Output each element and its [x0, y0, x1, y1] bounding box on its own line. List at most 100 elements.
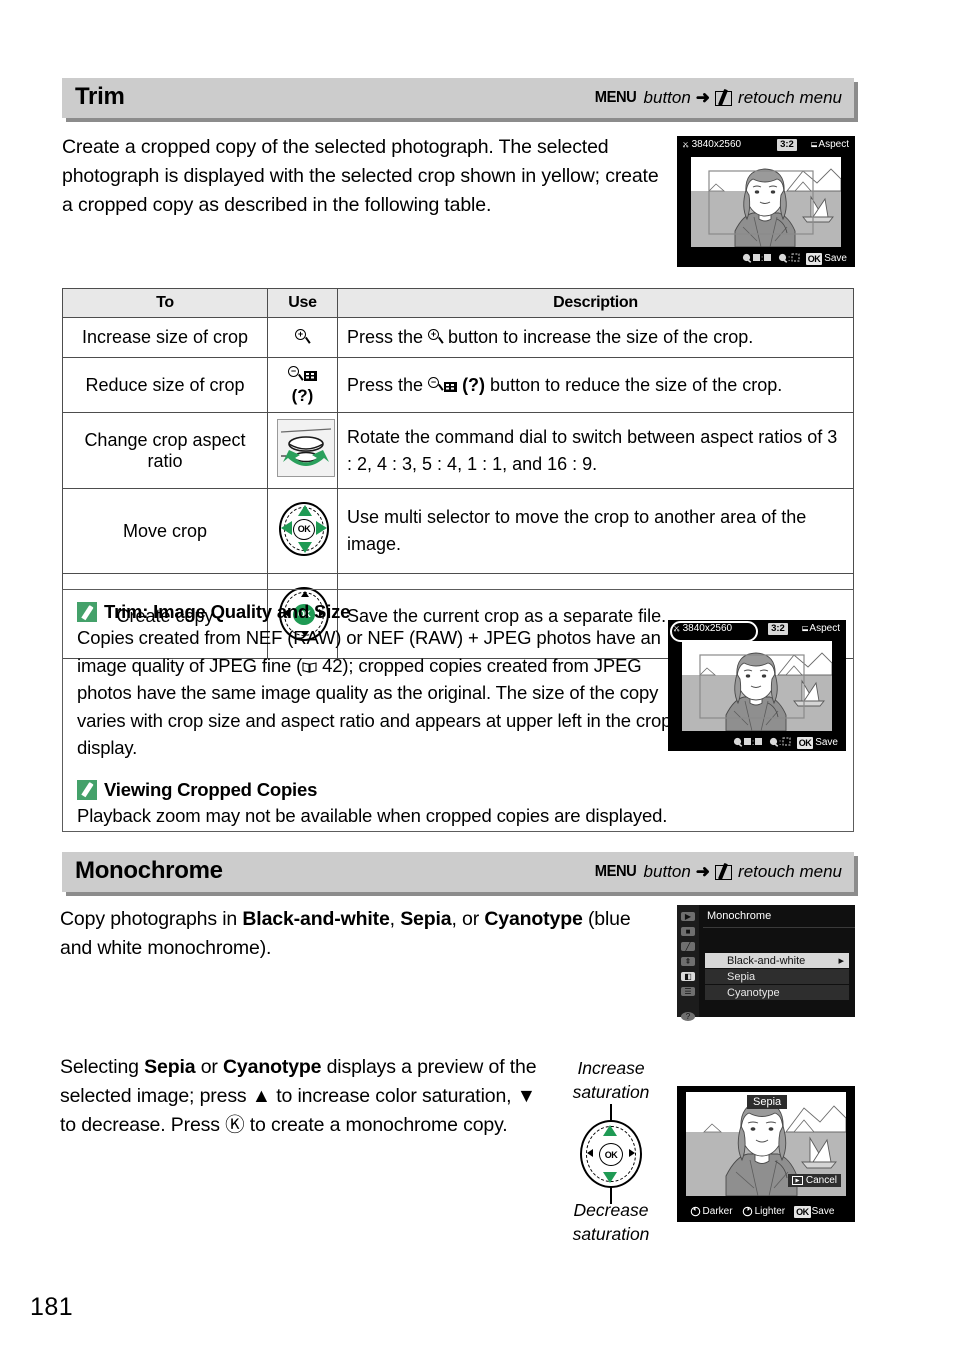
note-heading-text: Trim: Image Quality and Size — [104, 601, 351, 622]
pencil-note-icon — [77, 779, 97, 800]
retouch-menu-icon — [715, 864, 733, 880]
menu-item-label: Sepia — [727, 970, 756, 983]
menu-button-word: MENU — [595, 89, 637, 106]
section-title-trim: Trim — [75, 83, 125, 110]
option-cyanotype: Cyanotype — [223, 1056, 322, 1078]
monochrome-menu-screenshot: ▶ ■ ╱ ⇞ ◧ ☰ ? Monochrome Black-and-white… — [677, 905, 855, 1021]
lcd-bottom-hints: : : OK Save — [677, 251, 855, 266]
detail-part-g: to increase color saturation, — [270, 1085, 517, 1107]
button-word: button — [643, 862, 691, 881]
trim-note-lcd-screenshot: 3840x2560 3:2 Aspect:: OK Save — [668, 620, 846, 751]
playback-button-icon — [791, 1176, 803, 1185]
intro-part-a: Copy photographs in — [60, 908, 243, 930]
pencil-note-icon — [77, 602, 97, 622]
zoom-out-icon: − — [288, 366, 303, 383]
recent-settings-menu-icon[interactable]: ☰ — [681, 987, 695, 996]
photo-illustration — [682, 641, 832, 731]
callout-increase-line2: saturation — [572, 1082, 650, 1102]
size-highlight-oval — [670, 621, 758, 642]
menu-item-label: Black-and-white — [727, 954, 806, 967]
darker-hint: Darker — [690, 1206, 733, 1217]
lcd-top-bar: 3840x2560 3:2 Aspect — [677, 136, 855, 153]
detail-part-k: to create a monochrome copy. — [244, 1114, 508, 1136]
sepia-bottom-hints: Darker Lighter OK Save — [677, 1204, 855, 1219]
col-header-to: To — [62, 288, 268, 318]
row-use-cell: − (?) — [267, 357, 338, 413]
table-header-row: To Use Description — [62, 288, 854, 318]
note-body-ref: 42 — [317, 654, 343, 676]
playback-menu-icon[interactable]: ▶ — [681, 912, 695, 921]
detail-part-c: or — [195, 1056, 223, 1078]
row-label: Increase size of crop — [62, 317, 268, 358]
menu-item-cyanotype[interactable]: Cyanotype — [705, 985, 849, 1000]
book-reference-icon — [302, 661, 317, 673]
dial-down-icon — [690, 1206, 700, 1217]
table-row: Reduce size of crop − (?) Press the − (?… — [62, 357, 854, 413]
svg-text::: : — [788, 254, 790, 263]
table-row: Increase size of crop + Press the + butt… — [62, 317, 854, 358]
lcd-ok-label: Save — [815, 737, 838, 748]
lcd-ok-badge: OK — [796, 736, 814, 749]
manual-page: Trim MENU button ➜ retouch menu Create a… — [0, 0, 954, 1352]
aspect-icon — [810, 141, 818, 147]
help-icon[interactable]: ? — [681, 1012, 695, 1021]
detail-part-a: Selecting — [60, 1056, 145, 1078]
retouch-menu-icon[interactable]: ◧ — [681, 972, 695, 981]
chevron-right-icon: ▸ — [838, 955, 844, 967]
svg-text::: : — [779, 738, 781, 747]
option-sepia: Sepia — [400, 908, 452, 930]
row-use-cell: OK — [267, 488, 338, 574]
arrow-icon: ➜ — [695, 88, 711, 107]
intro-part-e: , or — [451, 908, 485, 930]
section-path-monochrome: MENU button ➜ retouch menu — [593, 862, 842, 882]
zoom-in-crop-hint-icon: : — [769, 737, 791, 747]
note-heading-text: Viewing Cropped Copies — [104, 778, 318, 800]
col-header-description: Description — [337, 288, 854, 318]
svg-text::: : — [752, 738, 754, 747]
menu-item-sepia[interactable]: Sepia — [705, 969, 849, 984]
thumbnail-grid-icon — [304, 371, 317, 381]
menu-icon-rail: ▶ ■ ╱ ⇞ ◧ ☰ ? — [677, 905, 699, 1021]
sepia-mode-badge: Sepia — [747, 1095, 788, 1109]
zoom-out-thumbnail-hint-icon: : — [733, 737, 762, 747]
lighter-label: Lighter — [754, 1206, 786, 1217]
lcd-photo-preview — [682, 641, 832, 731]
zoom-out-thumbnail-hint-icon: : — [742, 253, 771, 263]
col-header-use: Use — [267, 288, 338, 318]
row-label: Reduce size of crop — [62, 357, 268, 413]
row-description: Press the + button to increase the size … — [337, 317, 854, 358]
section-header-monochrome: Monochrome MENU button ➜ retouch menu — [62, 852, 854, 892]
shooting-menu-icon[interactable]: ■ — [681, 927, 695, 936]
row-description: Rotate the command dial to switch betwee… — [337, 412, 854, 489]
multi-selector-icon: OK — [277, 500, 331, 558]
lcd-ok-badge: OK — [794, 1205, 811, 1218]
intro-part-c: , — [389, 908, 401, 930]
sepia-preview-screenshot: Sepia Cancel Darker Lighter OK Save — [677, 1086, 855, 1222]
menu-button-word: MENU — [595, 863, 637, 880]
menu-item-black-and-white[interactable]: Black-and-white ▸ — [705, 953, 849, 968]
arrow-icon: ➜ — [695, 862, 711, 881]
note-box: Trim: Image Quality and Size Copies crea… — [62, 589, 854, 832]
setup-menu-icon[interactable]: ⇞ — [681, 957, 695, 966]
lcd-crop-size: 3840x2560 — [691, 139, 742, 150]
callout-increase-line1: Increase — [577, 1058, 645, 1078]
lcd-bottom-hints: : : OK Save — [668, 735, 846, 750]
lcd-ok-badge: OK — [805, 252, 823, 265]
row-use-cell — [267, 412, 338, 489]
option-black-and-white: Black-and-white — [242, 908, 390, 930]
monochrome-detail-paragraph: Selecting Sepia or Cyanotype displays a … — [60, 1053, 555, 1140]
custom-settings-menu-icon[interactable]: ╱ — [681, 942, 695, 951]
detail-part-i: to decrease. Press — [60, 1114, 226, 1136]
zoom-in-icon: + — [295, 329, 310, 346]
scissors-icon — [683, 142, 689, 148]
svg-text::: : — [761, 254, 763, 263]
help-question-label: (?) — [291, 386, 314, 405]
command-dial-icon — [277, 419, 335, 477]
zoom-in-icon: + — [428, 329, 444, 346]
thumbnail-grid-icon — [444, 381, 458, 392]
ok-button-glyph-icon: Ⓚ — [225, 1114, 245, 1136]
table-row: Change crop aspect ratio Rotate the comm… — [62, 412, 854, 489]
callout-decrease-saturation: Decrease saturation — [556, 1198, 666, 1246]
section-path-trim: MENU button ➜ retouch menu — [593, 88, 842, 108]
callout-decrease-line2: saturation — [572, 1224, 650, 1244]
